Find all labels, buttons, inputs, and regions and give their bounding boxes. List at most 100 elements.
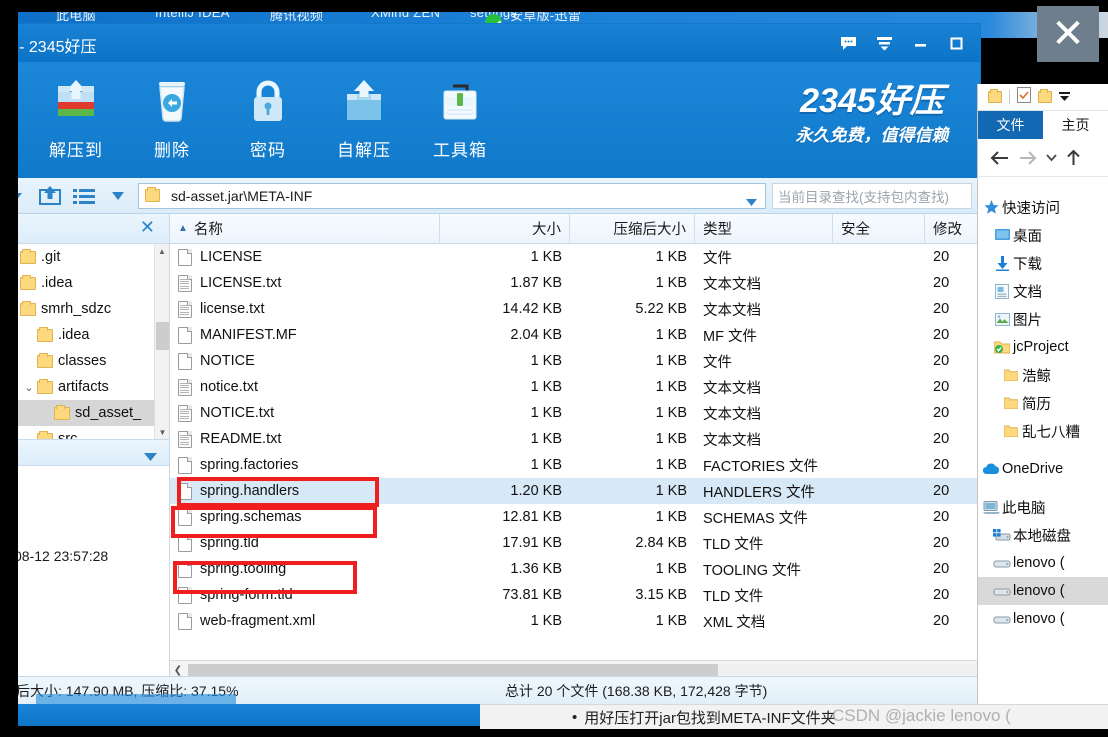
tree-scroll-down-icon[interactable]: ▼	[155, 425, 169, 440]
tree-node[interactable]: classes	[0, 348, 169, 374]
tree-node[interactable]: .git	[0, 244, 169, 270]
up-arrow-icon[interactable]	[1066, 149, 1081, 166]
new-folder-icon[interactable]	[1038, 91, 1052, 103]
column-header-type[interactable]: 类型	[695, 214, 833, 243]
forward-arrow-icon[interactable]	[1018, 150, 1037, 166]
taskbar-item-5[interactable]: 安卓版-迅雷	[510, 12, 581, 24]
scroll-left-icon[interactable]: ❮	[170, 665, 186, 676]
list-item[interactable]: 下载	[978, 249, 1108, 277]
tree-node[interactable]: src	[0, 426, 169, 440]
haozip-titlebar: t.jar - 2345好压	[0, 24, 980, 62]
explorer-ribbon-tabs: 文件 主页	[978, 111, 1108, 139]
list-item[interactable]: lenovo (	[978, 605, 1108, 633]
column-header-name[interactable]: ▲ 名称	[170, 214, 440, 243]
feedback-icon[interactable]	[832, 28, 864, 58]
back-arrow-icon[interactable]	[990, 150, 1009, 166]
column-header-compressed-size[interactable]: 压缩后大小	[570, 214, 695, 243]
chevron-down-icon[interactable]	[144, 448, 157, 466]
window-controls	[832, 24, 972, 62]
table-row[interactable]: spring.factories1 KB1 KBFACTORIES 文件20	[170, 452, 980, 478]
background-window-close-button[interactable]: ✕	[1037, 6, 1099, 62]
file-icon	[178, 613, 192, 630]
list-item[interactable]: 本地磁盘	[978, 521, 1108, 549]
table-row[interactable]: LICENSE1 KB1 KB文件20	[170, 244, 980, 270]
file-modified-cell: 20	[925, 353, 980, 369]
file-compressed-size-cell: 1 KB	[570, 379, 695, 395]
file-name: NOTICE	[200, 353, 255, 369]
tab-home[interactable]: 主页	[1043, 111, 1108, 139]
list-item[interactable]: 浩鲸	[978, 361, 1108, 389]
up-one-level-icon[interactable]	[36, 182, 64, 210]
toolbar-extract-to-button[interactable]: 解压到	[28, 70, 124, 161]
search-input[interactable]: 当前目录查找(支持包内查找)	[772, 183, 972, 209]
taskbar-item-2[interactable]: 腾讯视频	[270, 12, 323, 24]
list-item[interactable]: OneDrive	[978, 455, 1108, 483]
menu-icon[interactable]	[868, 28, 900, 58]
minimize-icon[interactable]	[904, 28, 936, 58]
tree-scroll-thumb[interactable]	[156, 322, 169, 350]
table-row[interactable]: web-fragment.xml1 KB1 KBXML 文档20	[170, 608, 980, 634]
chevron-down-icon[interactable]	[746, 193, 757, 211]
table-row[interactable]: spring.tld17.91 KB2.84 KBTLD 文件20	[170, 530, 980, 556]
column-header-security[interactable]: 安全	[833, 214, 925, 243]
taskbar-item-0[interactable]: 此电脑	[56, 12, 96, 24]
tab-file[interactable]: 文件	[978, 111, 1043, 139]
table-row[interactable]: spring.schemas12.81 KB1 KBSCHEMAS 文件20	[170, 504, 980, 530]
table-row[interactable]: MANIFEST.MF2.04 KB1 KBMF 文件20	[170, 322, 980, 348]
view-list-icon[interactable]	[70, 182, 98, 210]
table-row[interactable]: notice.txt1 KB1 KB文本文档20	[170, 374, 980, 400]
view-dropdown-icon[interactable]	[104, 182, 132, 210]
tree-node[interactable]: sd_asset_	[0, 400, 169, 426]
chevron-down-icon[interactable]	[1059, 88, 1070, 106]
folder-icon[interactable]	[988, 91, 1002, 103]
table-row[interactable]: spring.tooling1.36 KB1 KBTOOLING 文件20	[170, 556, 980, 582]
tree-node[interactable]: ⌄artifacts	[0, 374, 169, 400]
tree-scroll-up-icon[interactable]: ▲	[155, 244, 169, 259]
table-row[interactable]: spring.handlers1.20 KB1 KBHANDLERS 文件20	[170, 478, 980, 504]
close-tree-pane-icon[interactable]: ✕	[140, 218, 155, 236]
table-row[interactable]: NOTICE1 KB1 KB文件20	[170, 348, 980, 374]
list-item[interactable]: 此电脑	[978, 493, 1108, 521]
self-extract-icon	[335, 74, 393, 130]
table-row[interactable]: README.txt1 KB1 KB文本文档20	[170, 426, 980, 452]
list-item[interactable]: 文档	[978, 277, 1108, 305]
recent-locations-icon[interactable]	[1046, 154, 1057, 162]
list-item[interactable]: lenovo (	[978, 577, 1108, 605]
table-row[interactable]: NOTICE.txt1 KB1 KB文本文档20	[170, 400, 980, 426]
column-header-size[interactable]: 大小	[440, 214, 570, 243]
file-name-cell: MANIFEST.MF	[170, 327, 440, 344]
tree-node[interactable]: .idea	[0, 270, 169, 296]
maximize-icon[interactable]	[940, 28, 972, 58]
tree-node[interactable]: smrh_sdzc	[0, 296, 169, 322]
table-row[interactable]: spring-form.tld73.81 KB3.15 KBTLD 文件20	[170, 582, 980, 608]
properties-icon[interactable]	[1017, 87, 1031, 108]
toolbar-password-button[interactable]: 密码	[220, 70, 316, 161]
file-name-cell: spring.factories	[170, 457, 440, 474]
taskbar-item-3[interactable]: XMind ZEN	[371, 12, 440, 20]
table-row[interactable]: LICENSE.txt1.87 KB1 KB文本文档20	[170, 270, 980, 296]
file-type-cell: HANDLERS 文件	[695, 481, 833, 502]
taskbar-item-1[interactable]: IntelliJ IDEA	[155, 12, 230, 20]
list-item[interactable]: 图片	[978, 305, 1108, 333]
list-item[interactable]: lenovo (	[978, 549, 1108, 577]
toolbox-icon	[431, 74, 489, 130]
file-compressed-size-cell: 1 KB	[570, 249, 695, 265]
toolbar-toolbox-button[interactable]: 工具箱	[412, 70, 508, 161]
list-item[interactable]: 乱七八糟	[978, 417, 1108, 445]
tree-expand-icon[interactable]: ⌄	[21, 381, 37, 394]
column-header-modified[interactable]: 修改	[925, 214, 980, 243]
list-item[interactable]: 简历	[978, 389, 1108, 417]
tree-spacer	[978, 445, 1108, 455]
list-item[interactable]: 桌面	[978, 221, 1108, 249]
tree-vertical-scrollbar[interactable]: ▲ ▼	[154, 244, 169, 440]
tree-node[interactable]: .idea	[0, 322, 169, 348]
table-row[interactable]: license.txt14.42 KB5.22 KB文本文档20	[170, 296, 980, 322]
file-size-cell: 1 KB	[440, 431, 570, 447]
toolbar-self-extract-button[interactable]: 自解压	[316, 70, 412, 161]
list-item[interactable]: 快速访问	[978, 193, 1108, 221]
download-icon	[991, 256, 1013, 271]
toolbar-delete-button[interactable]: 删除	[124, 70, 220, 161]
list-item[interactable]: jcProject	[978, 333, 1108, 361]
address-path-box[interactable]: sd-asset.jar\META-INF	[138, 183, 766, 209]
file-icon	[178, 509, 192, 526]
